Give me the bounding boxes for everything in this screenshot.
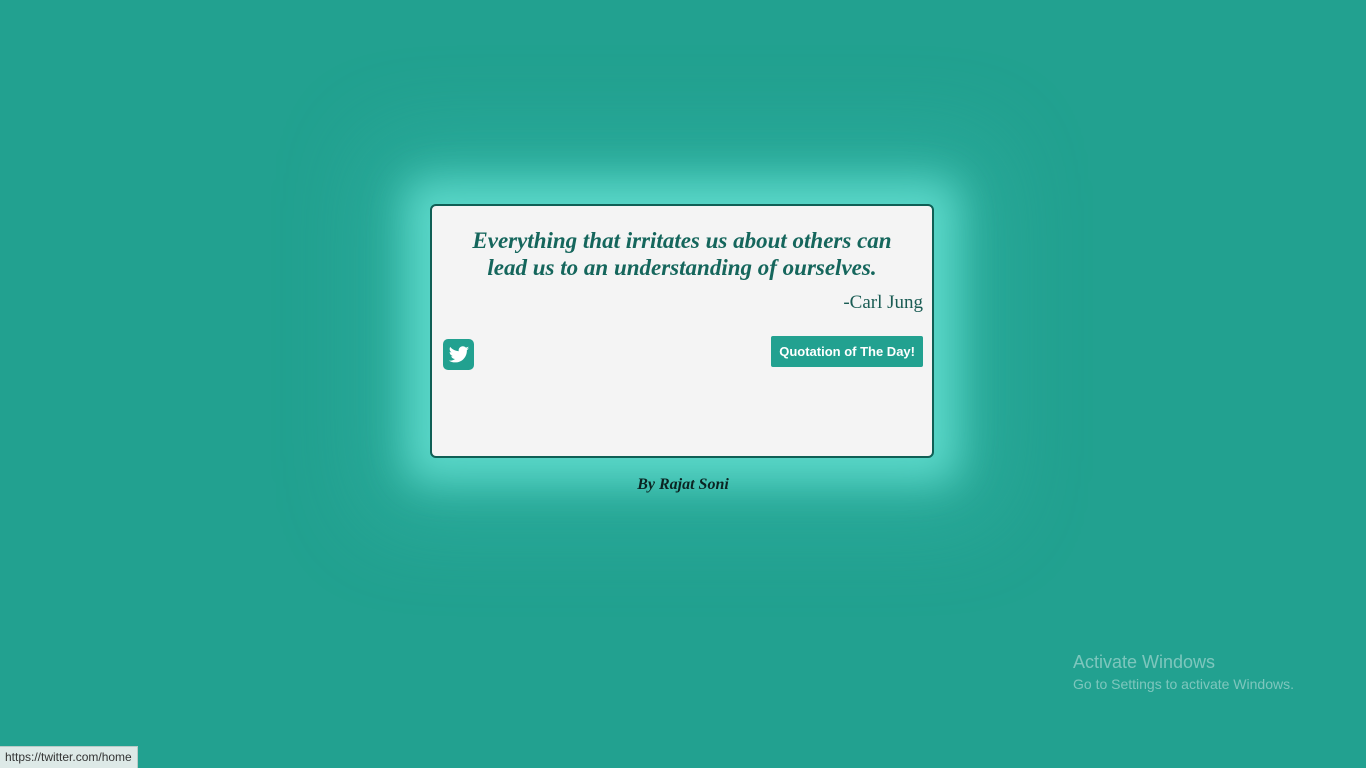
status-bar-url: https://twitter.com/home <box>0 746 138 768</box>
twitter-bird-icon <box>448 345 469 362</box>
author-credit: By Rajat Soni <box>637 476 729 493</box>
quote-text: Everything that irritates us about other… <box>472 228 892 280</box>
tweet-quote-button[interactable] <box>443 339 474 370</box>
new-quote-button[interactable]: Quotation of The Day! <box>771 336 923 367</box>
watermark-subtitle: Go to Settings to activate Windows. <box>1073 676 1294 692</box>
watermark-title: Activate Windows <box>1073 652 1216 672</box>
quote-author: -Carl Jung <box>843 292 923 313</box>
windows-activation-watermark: Activate Windows Go to Settings to activ… <box>1073 651 1294 695</box>
quote-box: Everything that irritates us about other… <box>430 204 934 458</box>
